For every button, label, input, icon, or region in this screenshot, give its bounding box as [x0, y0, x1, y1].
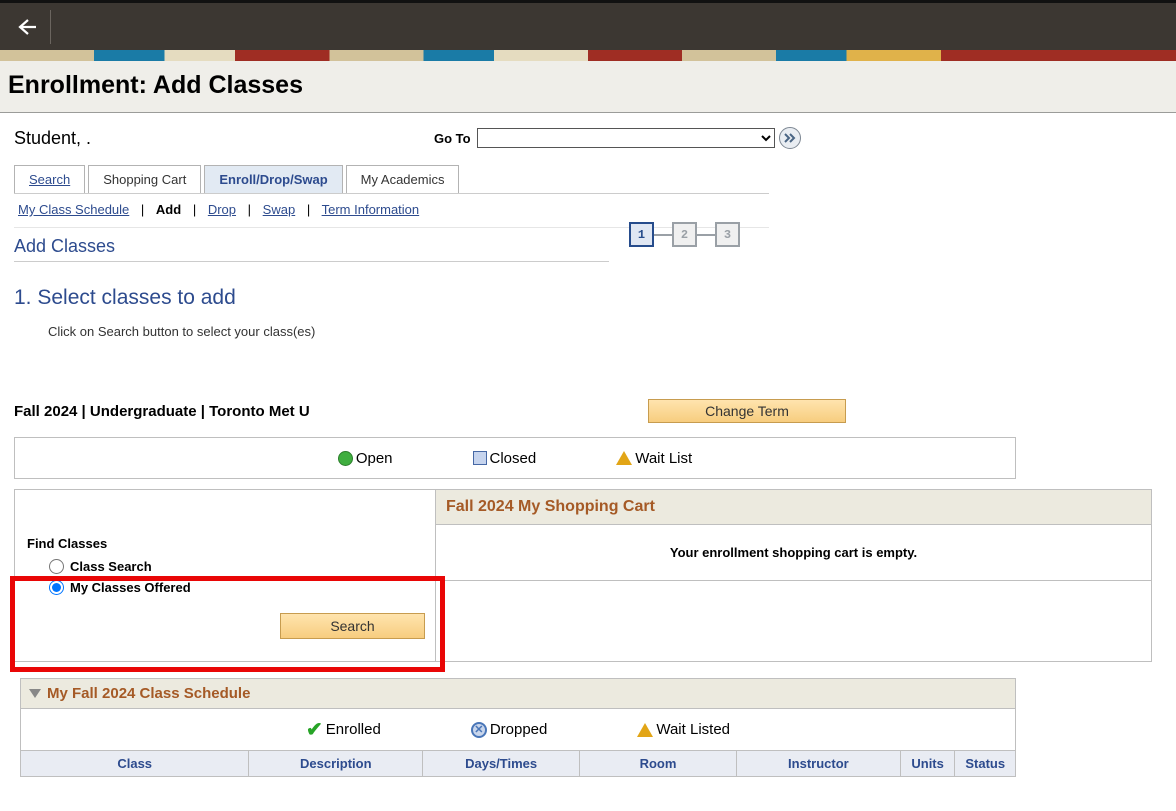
schedule-title: My Fall 2024 Class Schedule [47, 685, 250, 702]
waitlist-icon [616, 451, 632, 465]
subtab-drop[interactable]: Drop [208, 202, 236, 217]
schedule-header[interactable]: My Fall 2024 Class Schedule [20, 678, 1016, 709]
waitlisted-icon [637, 723, 653, 737]
tab-my-academics[interactable]: My Academics [346, 165, 460, 193]
dropped-icon: ✕ [471, 722, 487, 738]
step-3: 3 [715, 222, 740, 247]
page-title: Enrollment: Add Classes [8, 71, 1168, 100]
subtab-swap[interactable]: Swap [263, 202, 296, 217]
step-1: 1 [629, 222, 654, 247]
radio-my-classes-label: My Classes Offered [70, 580, 191, 595]
th-instructor: Instructor [737, 751, 901, 776]
title-underline [14, 261, 609, 262]
step-2: 2 [672, 222, 697, 247]
th-room: Room [580, 751, 737, 776]
cart-empty-message: Your enrollment shopping cart is empty. [436, 525, 1151, 581]
collapse-icon [29, 689, 41, 698]
goto-select[interactable] [477, 128, 775, 148]
main-tabs: Search Shopping Cart Enroll/Drop/Swap My… [14, 165, 769, 194]
legend-waitlist-label: Wait List [635, 450, 692, 467]
subtab-add[interactable]: Add [156, 202, 181, 217]
subtab-my-class-schedule[interactable]: My Class Schedule [18, 202, 129, 217]
status-legend: Open Closed Wait List [14, 437, 1016, 479]
change-term-button[interactable]: Change Term [648, 399, 846, 423]
radio-class-search-label: Class Search [70, 559, 152, 574]
tab-search[interactable]: Search [14, 165, 85, 193]
step-heading: 1. Select classes to add [14, 286, 1166, 310]
th-days-times: Days/Times [423, 751, 580, 776]
schedule-table-header: Class Description Days/Times Room Instru… [20, 751, 1016, 777]
radio-my-classes-offered[interactable] [49, 580, 64, 595]
th-class: Class [21, 751, 249, 776]
topbar-separator [50, 10, 51, 44]
cart-header: Fall 2024 My Shopping Cart [436, 490, 1151, 525]
wizard-steps: 1 2 3 [629, 222, 740, 247]
legend-open-label: Open [356, 450, 393, 467]
th-units: Units [901, 751, 956, 776]
legend-enrolled-label: Enrolled [326, 721, 381, 738]
student-name: Student, . [14, 128, 434, 149]
term-label: Fall 2024 | Undergraduate | Toronto Met … [14, 403, 310, 420]
search-button[interactable]: Search [280, 613, 425, 639]
decorative-banner [0, 50, 1176, 61]
th-status: Status [955, 751, 1015, 776]
section-title: Add Classes [14, 236, 609, 257]
th-description: Description [249, 751, 423, 776]
instructions: Click on Search button to select your cl… [48, 324, 1166, 339]
tab-enroll-drop-swap[interactable]: Enroll/Drop/Swap [204, 165, 342, 193]
closed-icon [473, 451, 487, 465]
tab-shopping-cart[interactable]: Shopping Cart [88, 165, 201, 193]
legend-dropped-label: Dropped [490, 721, 548, 738]
go-button[interactable] [779, 127, 801, 149]
enrollment-legend: ✔Enrolled ✕Dropped Wait Listed [20, 709, 1016, 751]
subtab-term-information[interactable]: Term Information [322, 202, 420, 217]
find-classes-title: Find Classes [27, 536, 425, 551]
legend-closed-label: Closed [490, 450, 537, 467]
open-icon [338, 451, 353, 466]
goto-label: Go To [434, 131, 471, 146]
legend-waitlisted-label: Wait Listed [656, 721, 730, 738]
radio-class-search[interactable] [49, 559, 64, 574]
radio-my-classes-row[interactable]: My Classes Offered [49, 580, 425, 595]
radio-class-search-row[interactable]: Class Search [49, 559, 425, 574]
enrolled-icon: ✔ [306, 720, 323, 740]
back-arrow-icon[interactable] [8, 9, 44, 45]
